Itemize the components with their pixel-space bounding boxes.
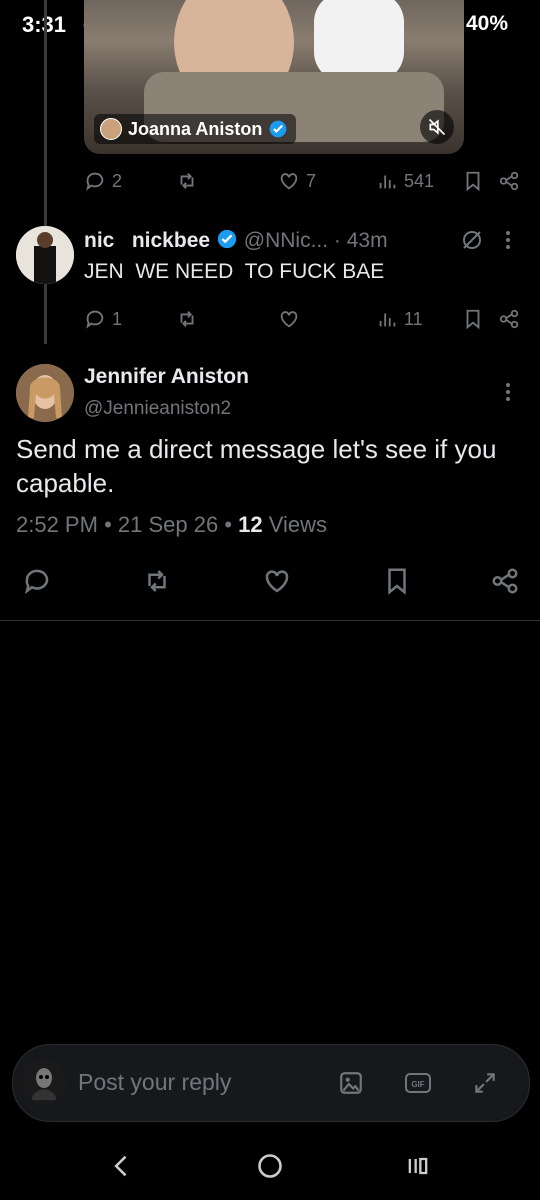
handle[interactable]: @NNic... [244,229,328,252]
repost-icon [180,173,194,189]
bookmark-icon [466,171,480,192]
back-button[interactable] [108,1152,136,1185]
divider [0,620,540,621]
reply-icon [86,310,104,329]
share-button[interactable] [498,170,520,192]
more-icon [506,383,510,401]
verified-icon [217,229,237,249]
reply-author-line: nic nickbee @NNic... · 43m [84,228,388,253]
reply-icon [24,569,49,595]
handle[interactable]: @Jennieaniston2 [84,398,231,420]
like-button[interactable] [278,308,300,330]
image-button[interactable] [338,1070,364,1101]
reply-button[interactable] [22,566,52,596]
more-button[interactable] [504,228,512,257]
repost-icon [148,570,166,592]
reply-input[interactable]: Post your reply [78,1069,231,1096]
tweet-text: JEN WE NEED TO FUCK BAE [84,260,385,283]
gif-button[interactable]: GIF [404,1070,432,1101]
share-icon [492,568,518,594]
avatar [22,1060,66,1104]
repost-icon [180,311,194,327]
repost-button[interactable] [142,566,172,596]
bookmark-icon [388,568,406,595]
like-count: 7 [306,170,317,191]
reply-count: 1 [112,308,123,329]
tweet-text: Send me a direct message let's see if yo… [16,434,497,498]
like-icon [280,173,298,190]
home-icon [258,1154,282,1178]
tweet-time: · 43m [333,229,388,252]
expand-button[interactable] [472,1070,498,1101]
svg-text:GIF: GIF [411,1080,424,1089]
repost-button[interactable] [176,170,198,192]
thread-line [44,282,47,344]
home-button[interactable] [256,1152,284,1185]
tweet-time: 2:52 PM [16,512,98,537]
reply-button[interactable]: 1 [84,308,122,330]
bookmark-button[interactable] [462,170,484,192]
avatar[interactable] [16,226,74,284]
bookmark-button[interactable] [462,308,484,330]
share-icon [499,309,519,329]
back-icon [114,1155,127,1177]
reply-button[interactable]: 2 [84,170,122,192]
reply-icon [86,172,104,191]
views-count: 541 [404,170,435,191]
more-icon [506,231,510,249]
thread-line [44,0,47,226]
like-button[interactable] [262,566,292,596]
tweet-meta: 2:52 PM • 21 Sep 26 • 12 Views [16,512,328,537]
views-icon [379,313,396,327]
display-name[interactable]: nic nickbee [84,229,210,252]
share-button[interactable] [498,308,520,330]
views-count: 12 [238,512,263,537]
more-button[interactable] [504,380,512,409]
avatar[interactable] [16,364,74,422]
reply-count: 2 [112,170,123,191]
like-button[interactable]: 7 [278,170,316,192]
display-name[interactable]: Jennifer Aniston [84,365,249,389]
author-avatar [100,118,122,140]
bookmark-icon [466,309,480,330]
recents-icon [408,1157,428,1175]
recents-button[interactable] [404,1152,432,1185]
views-button[interactable]: 541 [376,170,434,192]
views-icon [379,175,396,189]
battery-label: 40% [466,12,509,35]
like-icon [280,311,298,328]
grok-icon [463,231,481,249]
share-button[interactable] [490,566,520,596]
views-label[interactable]: Views [269,512,327,537]
tag-name: Joanna Aniston [128,118,263,139]
bookmark-button[interactable] [382,566,412,596]
mute-video-button[interactable] [420,110,454,144]
image-icon [340,1072,362,1094]
verified-icon [270,120,287,138]
repost-button[interactable] [176,308,198,330]
tweet-date: 21 Sep 26 [117,512,219,537]
views-count: 11 [404,308,423,329]
grok-button[interactable] [460,228,484,257]
share-icon [499,171,519,191]
gif-icon: GIF [405,1073,431,1093]
views-button[interactable]: 11 [376,308,423,330]
expand-icon [475,1073,495,1093]
video-author-tag[interactable]: Joanna Aniston [94,114,297,144]
like-icon [265,570,289,593]
